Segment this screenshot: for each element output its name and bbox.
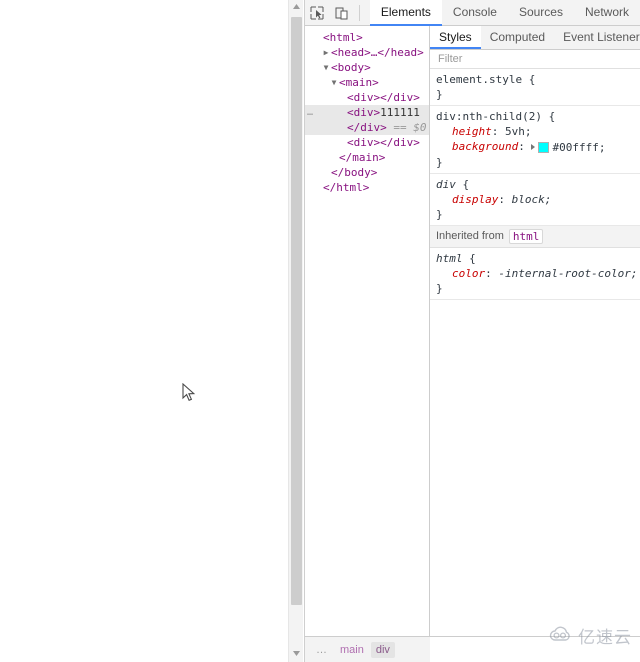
- inherited-label: Inherited from: [436, 230, 504, 242]
- toolbar-divider: [358, 4, 360, 21]
- dom-row-ellipsis-marker: …: [307, 107, 315, 118]
- css-rule-block[interactable]: html {color: -internal-root-color;}: [430, 248, 640, 300]
- arrow-cursor-icon: [182, 382, 196, 403]
- dom-row-markup: <head>…</head>: [331, 46, 424, 59]
- dom-tree-row[interactable]: </main>: [305, 150, 429, 165]
- scroll-down-arrow-icon[interactable]: [289, 647, 304, 662]
- breadcrumb-item-overflow[interactable]: …: [311, 642, 333, 658]
- css-declaration[interactable]: color: -internal-root-color;: [436, 266, 640, 281]
- scrollbar-thumb[interactable]: [291, 17, 302, 605]
- device-toolbar-icon[interactable]: [330, 1, 355, 25]
- dom-row-markup: </body>: [331, 166, 378, 179]
- tab-sources[interactable]: Sources: [508, 0, 574, 26]
- expanded-twisty-icon[interactable]: ▼: [321, 60, 331, 75]
- css-rule-close-brace: }: [436, 88, 443, 101]
- dom-tree-row[interactable]: … <div>111111: [305, 105, 429, 120]
- dom-tree-row[interactable]: <div></div>: [305, 135, 429, 150]
- css-rule-block[interactable]: element.style {}: [430, 69, 640, 106]
- breadcrumb-item-div[interactable]: div: [370, 641, 395, 658]
- css-rule-close-brace: }: [436, 281, 443, 295]
- dom-row-markup: <body>: [331, 61, 371, 74]
- inherited-from-header: Inherited from html: [430, 225, 640, 248]
- css-declaration[interactable]: height: 5vh;: [436, 124, 640, 139]
- page-vertical-scrollbar[interactable]: [288, 0, 303, 662]
- breadcrumb-filler: [430, 636, 640, 662]
- dom-row-markup: <main>: [339, 76, 379, 89]
- dom-row-markup: <div></div>: [347, 91, 420, 104]
- css-rule-block[interactable]: div:nth-child(2) {height: 5vh; background…: [430, 106, 640, 174]
- devtools-toolbar: Elements Console Sources Network: [305, 0, 640, 26]
- dom-tree-row[interactable]: <html>: [305, 30, 429, 45]
- tab-console[interactable]: Console: [442, 0, 508, 26]
- styles-rules-list: element.style {} div:nth-child(2) {height…: [430, 69, 640, 300]
- styles-tab-styles[interactable]: Styles: [430, 26, 481, 49]
- css-rule-close-brace: }: [436, 207, 443, 221]
- dom-tree-pane[interactable]: <html> ▶ <head>…</head> ▼ <body> ▼ <main> <div>…: [305, 26, 430, 636]
- dom-tree-row[interactable]: ▶ <head>…</head>: [305, 45, 429, 60]
- styles-pane[interactable]: element.style {}div:nth-child(2) {height…: [430, 26, 640, 636]
- tab-network[interactable]: Network: [574, 0, 640, 26]
- css-declaration[interactable]: display: block;: [436, 192, 640, 207]
- dom-tree-row[interactable]: ▼ <main>: [305, 75, 429, 90]
- collapsed-twisty-icon[interactable]: ▶: [321, 45, 331, 60]
- color-swatch[interactable]: [538, 141, 550, 153]
- dom-tree-row[interactable]: ▼ <body>: [305, 60, 429, 75]
- expanded-twisty-icon[interactable]: ▼: [329, 75, 339, 90]
- styles-filter-bar[interactable]: [430, 50, 640, 69]
- rendered-page-viewport[interactable]: [0, 0, 288, 662]
- devtools-panel: Elements Console Sources Network <html> ▶ <he…: [304, 0, 640, 662]
- styles-subtab-bar: Styles Computed Event Listeners: [430, 26, 640, 50]
- css-selector[interactable]: div:nth-child(2) {: [436, 109, 640, 124]
- dom-row-markup: </main>: [339, 151, 386, 164]
- devtools-body: <html> ▶ <head>…</head> ▼ <body> ▼ <main> <div>…: [305, 26, 640, 636]
- styles-filter-input[interactable]: [436, 52, 634, 66]
- styles-tab-computed[interactable]: Computed: [481, 26, 554, 49]
- breadcrumb-item-main[interactable]: main: [335, 642, 369, 658]
- dom-row-markup: <div></div>: [347, 136, 420, 149]
- dom-tree-row[interactable]: <div></div>: [305, 90, 429, 105]
- tab-elements[interactable]: Elements: [369, 0, 442, 26]
- css-selector[interactable]: html {: [436, 251, 640, 266]
- dom-tree-row[interactable]: </body>: [305, 165, 429, 180]
- dom-row-markup: </div> == $0: [347, 121, 427, 134]
- css-declaration[interactable]: background: #00ffff;: [436, 139, 640, 155]
- dom-row-markup: </html>: [323, 181, 370, 194]
- dom-tree-row[interactable]: </html>: [305, 180, 429, 195]
- dom-tree-row[interactable]: </div> == $0: [305, 120, 429, 135]
- css-selector[interactable]: element.style {: [436, 72, 640, 87]
- dom-breadcrumb: … main div: [305, 636, 430, 662]
- css-rule-block[interactable]: div {display: block;}: [430, 174, 640, 226]
- css-rule-close-brace: }: [436, 155, 443, 169]
- dom-row-markup: <div>111111: [347, 106, 420, 119]
- scroll-up-arrow-icon[interactable]: [289, 0, 304, 15]
- expand-color-triangle-icon[interactable]: [531, 144, 536, 150]
- inherited-node-chip[interactable]: html: [508, 228, 544, 244]
- styles-tab-event-listeners[interactable]: Event Listeners: [554, 26, 640, 49]
- css-selector[interactable]: div {: [436, 177, 640, 192]
- inspect-element-icon[interactable]: [305, 1, 330, 25]
- dom-row-markup: <html>: [323, 31, 363, 44]
- devtools-tab-bar: Elements Console Sources Network: [369, 0, 640, 26]
